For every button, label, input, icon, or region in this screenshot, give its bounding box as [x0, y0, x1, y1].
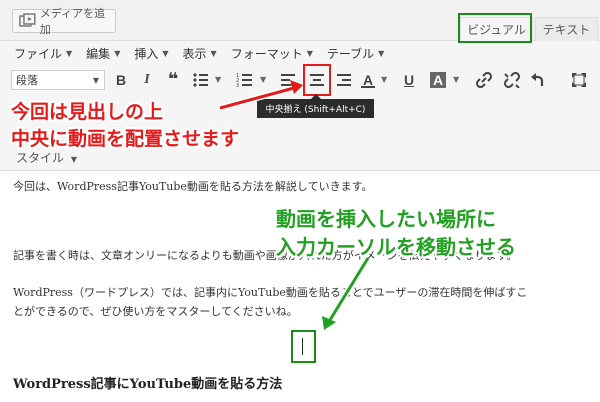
annotation-green-line2: 入力カーソルを移動させる — [276, 235, 516, 259]
red-arrow — [219, 80, 303, 111]
annotation-green-line1: 動画を挿入したい場所に — [276, 207, 496, 231]
annotation-red-line2: 中央に動画を配置させます — [11, 128, 240, 150]
annotation-red-line1: 今回は見出しの上 — [11, 101, 164, 123]
annotation-arrows — [219, 80, 371, 330]
green-arrow — [322, 256, 371, 330]
